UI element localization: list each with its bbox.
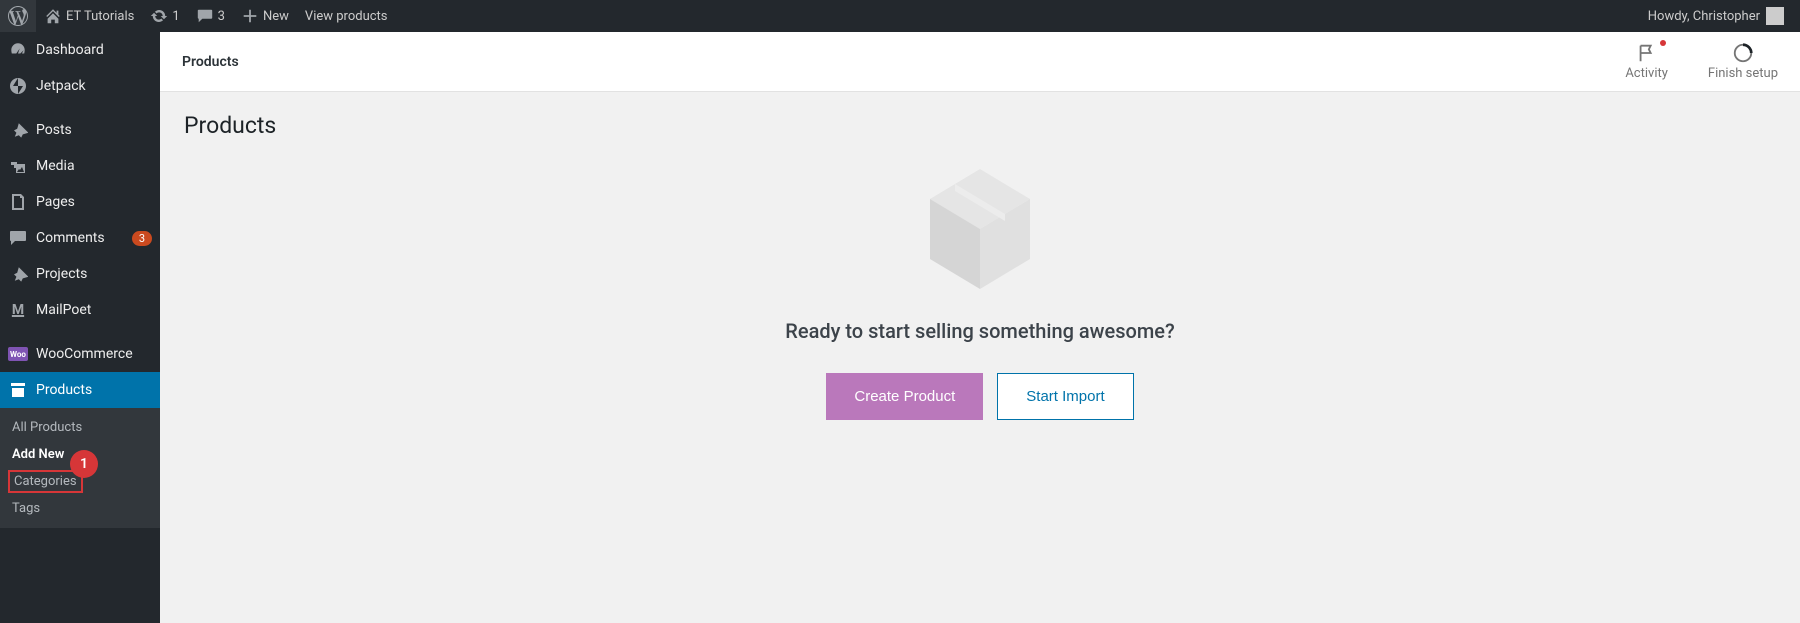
sidebar-label: MailPoet — [36, 302, 152, 318]
comments-count: 3 — [218, 9, 225, 24]
empty-state-heading: Ready to start selling something awesome… — [184, 319, 1776, 343]
submenu-item-tags[interactable]: Tags — [0, 495, 160, 522]
header-title: Products — [182, 54, 1625, 70]
activity-label: Activity — [1625, 66, 1668, 81]
plus-icon — [241, 7, 259, 25]
user-avatar-icon — [1766, 7, 1784, 25]
wordpress-logo-icon — [8, 6, 28, 26]
sidebar-label: WooCommerce — [36, 346, 152, 362]
page-title: Products — [184, 112, 1776, 139]
sidebar-spacer — [0, 104, 160, 112]
header-actions: Activity Finish setup — [1625, 42, 1778, 81]
user-greeting-link[interactable]: Howdy, Christopher — [1640, 0, 1792, 32]
page-icon — [8, 192, 28, 212]
products-submenu: All Products Add New Categories 1 Tags — [0, 408, 160, 528]
sidebar-item-products[interactable]: Products — [0, 372, 160, 408]
new-link[interactable]: New — [233, 0, 297, 32]
comments-link[interactable]: 3 — [188, 0, 233, 32]
sidebar-label: Products — [36, 382, 152, 398]
sidebar-item-posts[interactable]: Posts — [0, 112, 160, 148]
new-label: New — [263, 9, 289, 24]
sidebar-item-woocommerce[interactable]: Woo WooCommerce — [0, 336, 160, 372]
sidebar-label: Dashboard — [36, 42, 152, 58]
sidebar-item-mailpoet[interactable]: M MailPoet — [0, 292, 160, 328]
updates-count: 1 — [172, 9, 179, 24]
start-import-button[interactable]: Start Import — [997, 373, 1133, 420]
annotation-badge: 1 — [70, 450, 98, 478]
submenu-item-categories[interactable]: Categories — [8, 470, 83, 493]
empty-state: Ready to start selling something awesome… — [184, 159, 1776, 420]
button-row: Create Product Start Import — [184, 373, 1776, 420]
finish-setup-button[interactable]: Finish setup — [1708, 42, 1778, 81]
main-content: Products Activity Finish setup Products — [160, 32, 1800, 623]
admin-sidebar: Dashboard Jetpack Posts Media Pages Comm… — [0, 32, 160, 623]
mailpoet-icon: M — [8, 300, 28, 320]
sidebar-item-media[interactable]: Media — [0, 148, 160, 184]
dashboard-icon — [8, 40, 28, 60]
view-products-label: View products — [305, 9, 388, 24]
sidebar-item-comments[interactable]: Comments 3 — [0, 220, 160, 256]
comments-badge: 3 — [132, 231, 152, 246]
site-name-link[interactable]: ET Tutorials — [36, 0, 142, 32]
sidebar-item-pages[interactable]: Pages — [0, 184, 160, 220]
product-box-icon — [920, 159, 1040, 299]
sidebar-label: Posts — [36, 122, 152, 138]
archive-icon — [8, 380, 28, 400]
sidebar-label: Pages — [36, 194, 152, 210]
site-name-text: ET Tutorials — [66, 9, 134, 24]
finish-setup-label: Finish setup — [1708, 66, 1778, 81]
sidebar-label: Media — [36, 158, 152, 174]
admin-bar: ET Tutorials 1 3 New View products Howdy… — [0, 0, 1800, 32]
admin-bar-left: ET Tutorials 1 3 New View products — [0, 0, 1640, 32]
sidebar-item-dashboard[interactable]: Dashboard — [0, 32, 160, 68]
sidebar-item-projects[interactable]: Projects — [0, 256, 160, 292]
update-icon — [150, 7, 168, 25]
home-icon — [44, 7, 62, 25]
updates-link[interactable]: 1 — [142, 0, 187, 32]
header-bar: Products Activity Finish setup — [160, 32, 1800, 92]
progress-circle-icon — [1708, 42, 1778, 64]
sidebar-label: Jetpack — [36, 78, 152, 94]
greeting-text: Howdy, Christopher — [1648, 9, 1760, 24]
sidebar-label: Projects — [36, 266, 152, 282]
wp-logo-link[interactable] — [0, 0, 36, 32]
content-area: Products Ready to start selling somethin… — [160, 92, 1800, 440]
sidebar-spacer — [0, 328, 160, 336]
pin-icon — [8, 264, 28, 284]
flag-icon — [1625, 42, 1668, 64]
submenu-item-all-products[interactable]: All Products — [0, 414, 160, 441]
create-product-button[interactable]: Create Product — [826, 373, 983, 420]
comment-icon — [8, 228, 28, 248]
sidebar-item-jetpack[interactable]: Jetpack — [0, 68, 160, 104]
notification-dot-icon — [1660, 40, 1666, 46]
activity-button[interactable]: Activity — [1625, 42, 1668, 81]
jetpack-icon — [8, 76, 28, 96]
woocommerce-icon: Woo — [8, 344, 28, 364]
media-icon — [8, 156, 28, 176]
sidebar-label: Comments — [36, 230, 120, 246]
admin-bar-right: Howdy, Christopher — [1640, 0, 1800, 32]
comment-icon — [196, 7, 214, 25]
pin-icon — [8, 120, 28, 140]
view-products-link[interactable]: View products — [297, 0, 396, 32]
